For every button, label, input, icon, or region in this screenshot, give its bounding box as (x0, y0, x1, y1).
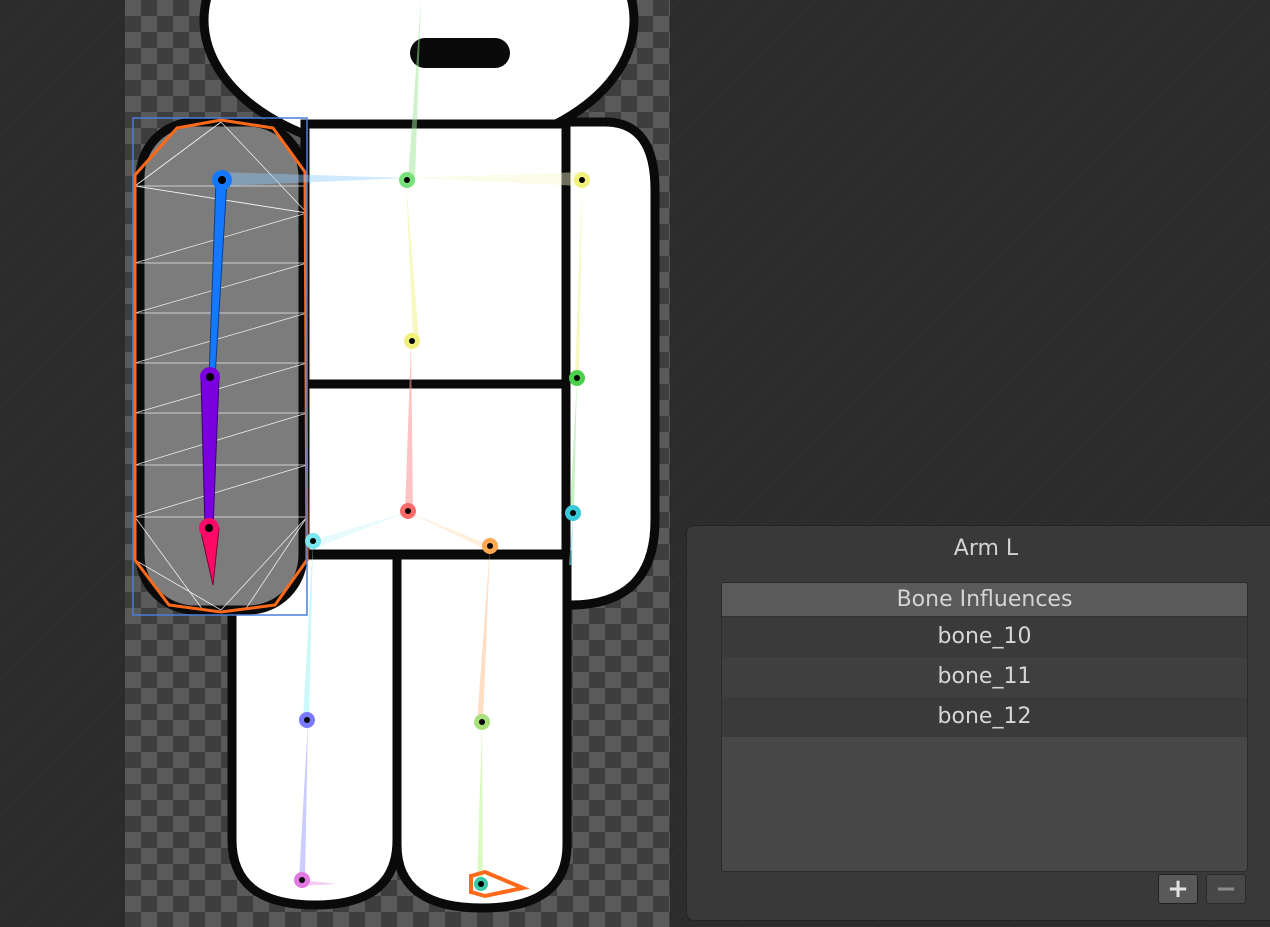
list-header: Bone Influences (722, 583, 1247, 617)
list-item[interactable]: bone_11 (722, 657, 1247, 697)
minus-icon: − (1215, 874, 1237, 904)
add-bone-button[interactable]: + (1158, 874, 1198, 904)
skinning-canvas[interactable] (125, 0, 670, 927)
mouth (410, 38, 510, 68)
character-sprite (132, 0, 660, 913)
torso-upper (300, 119, 571, 389)
remove-bone-button[interactable]: − (1206, 874, 1246, 904)
bone-influences-list[interactable]: Bone Influences bone_10 bone_11 bone_12 (721, 582, 1248, 872)
arm-right (561, 117, 660, 610)
sprite-name-title: Arm L (953, 536, 1019, 561)
list-item[interactable]: bone_12 (722, 697, 1247, 737)
plus-icon: + (1167, 874, 1189, 904)
list-item[interactable]: bone_10 (722, 617, 1247, 657)
torso-lower (300, 379, 571, 559)
sprite-inspector-panel: Arm L Bone Influences bone_10 bone_11 bo… (686, 525, 1270, 921)
